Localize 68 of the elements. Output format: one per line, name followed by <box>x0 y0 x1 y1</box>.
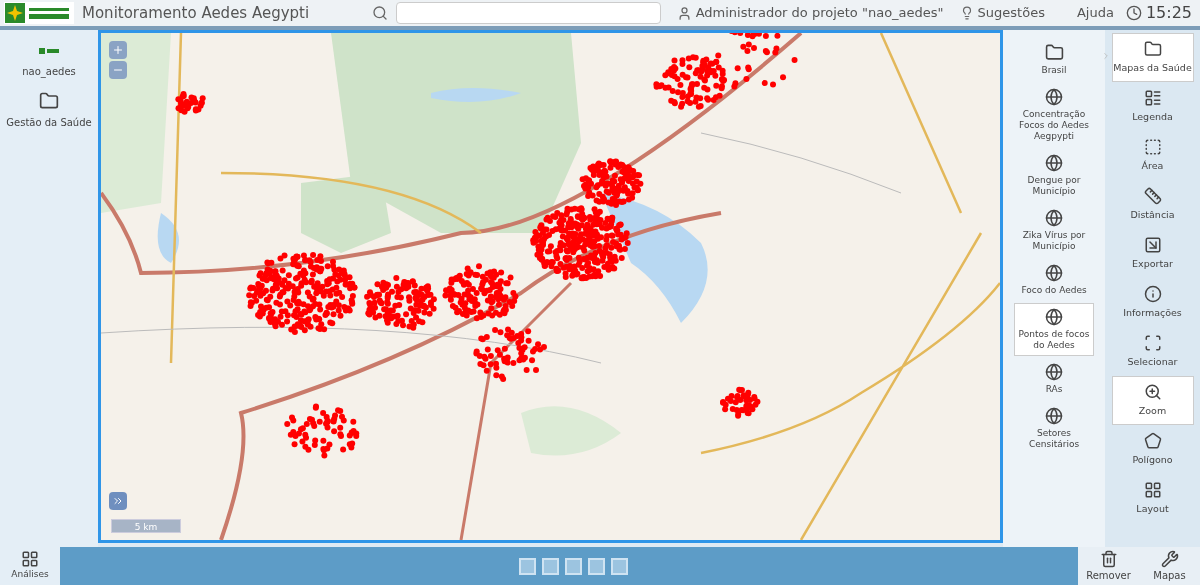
tool-button[interactable]: Informações <box>1111 278 1194 327</box>
page-indicator[interactable] <box>610 557 628 575</box>
ruler-icon <box>1143 186 1162 205</box>
page-indicator[interactable] <box>587 557 605 575</box>
zoom-icon <box>1143 382 1162 401</box>
layer-item[interactable]: Concentração Focos do Aedes Aegpypti <box>1014 83 1094 147</box>
plus-icon <box>112 44 124 56</box>
layer-item[interactable]: RAs <box>1014 358 1094 400</box>
export-icon <box>1143 235 1162 254</box>
globe-icon <box>1045 264 1063 282</box>
expand-button[interactable] <box>109 492 127 510</box>
page-indicator[interactable] <box>541 557 559 575</box>
globe-icon <box>1045 407 1063 425</box>
search-icon[interactable] <box>371 5 388 21</box>
project-button[interactable]: nao_aedes <box>22 42 76 79</box>
grid-icon <box>21 550 39 569</box>
trash-icon <box>1099 549 1118 568</box>
tool-button[interactable]: Distância <box>1111 180 1194 229</box>
zoom-out-button[interactable] <box>109 61 127 79</box>
pentagon-icon <box>1143 431 1162 450</box>
layer-item[interactable]: Pontos de focos do Aedes <box>1014 303 1094 356</box>
globe-icon <box>1045 88 1063 106</box>
scale-bar: 5 km <box>111 519 181 533</box>
globe-icon <box>1045 308 1063 326</box>
tool-button[interactable]: Zoom <box>1111 376 1194 425</box>
layer-item[interactable]: Dengue por Município <box>1014 149 1094 202</box>
chevron-icon <box>1101 50 1111 62</box>
user-icon <box>676 5 692 21</box>
clock-icon <box>1125 5 1142 21</box>
logo-icon <box>39 48 59 54</box>
layout-icon <box>1143 480 1162 499</box>
globe-icon <box>1045 363 1063 381</box>
folder-icon <box>1044 43 1064 62</box>
layer-item[interactable]: Zika Vírus por Município <box>1014 204 1094 257</box>
suggestions-link[interactable]: Sugestões <box>977 3 1045 23</box>
maps-button[interactable]: Mapas <box>1139 547 1200 585</box>
layer-item[interactable]: Foco do Aedes <box>1014 259 1094 301</box>
page-indicator[interactable] <box>564 557 582 575</box>
search-field[interactable] <box>395 2 661 24</box>
app-title: Monitoramento Aedes Aegypti <box>82 2 310 24</box>
tool-button[interactable]: Layout <box>1111 474 1194 523</box>
zoom-in-button[interactable] <box>109 41 127 59</box>
tool-button[interactable]: Exportar <box>1111 229 1194 278</box>
tool-button[interactable]: Polígono <box>1111 425 1194 474</box>
help-link[interactable]: Ajuda <box>1076 3 1114 23</box>
folder-icon <box>39 91 59 111</box>
clock-time: 15:25 <box>1145 2 1192 24</box>
page-indicator[interactable] <box>518 557 536 575</box>
tool-button[interactable]: Mapas da Saúde <box>1111 33 1194 82</box>
folder-icon <box>1143 39 1162 58</box>
tool-button[interactable]: Legenda <box>1111 82 1194 131</box>
logo-icon <box>4 2 74 24</box>
info-icon <box>1143 284 1162 303</box>
wrench-icon <box>1160 549 1179 568</box>
tool-button[interactable]: Área <box>1111 131 1194 180</box>
remove-button[interactable]: Remover <box>1078 547 1139 585</box>
legend-icon <box>1143 88 1162 107</box>
double-chevron-icon <box>112 495 124 507</box>
area-icon <box>1143 137 1162 156</box>
globe-icon <box>1045 209 1063 227</box>
layer-item[interactable]: Setores Censitários <box>1014 402 1094 455</box>
analyses-button[interactable]: Análises <box>0 547 60 585</box>
layer-item[interactable]: Brasil <box>1014 38 1094 81</box>
tool-button[interactable]: Selecionar <box>1111 327 1194 376</box>
select-icon <box>1143 333 1162 352</box>
user-label[interactable]: Administrador do projeto "nao_aedes" <box>695 3 944 23</box>
globe-icon <box>1045 154 1063 172</box>
folder-button[interactable]: Gestão da Saúde <box>6 91 92 130</box>
